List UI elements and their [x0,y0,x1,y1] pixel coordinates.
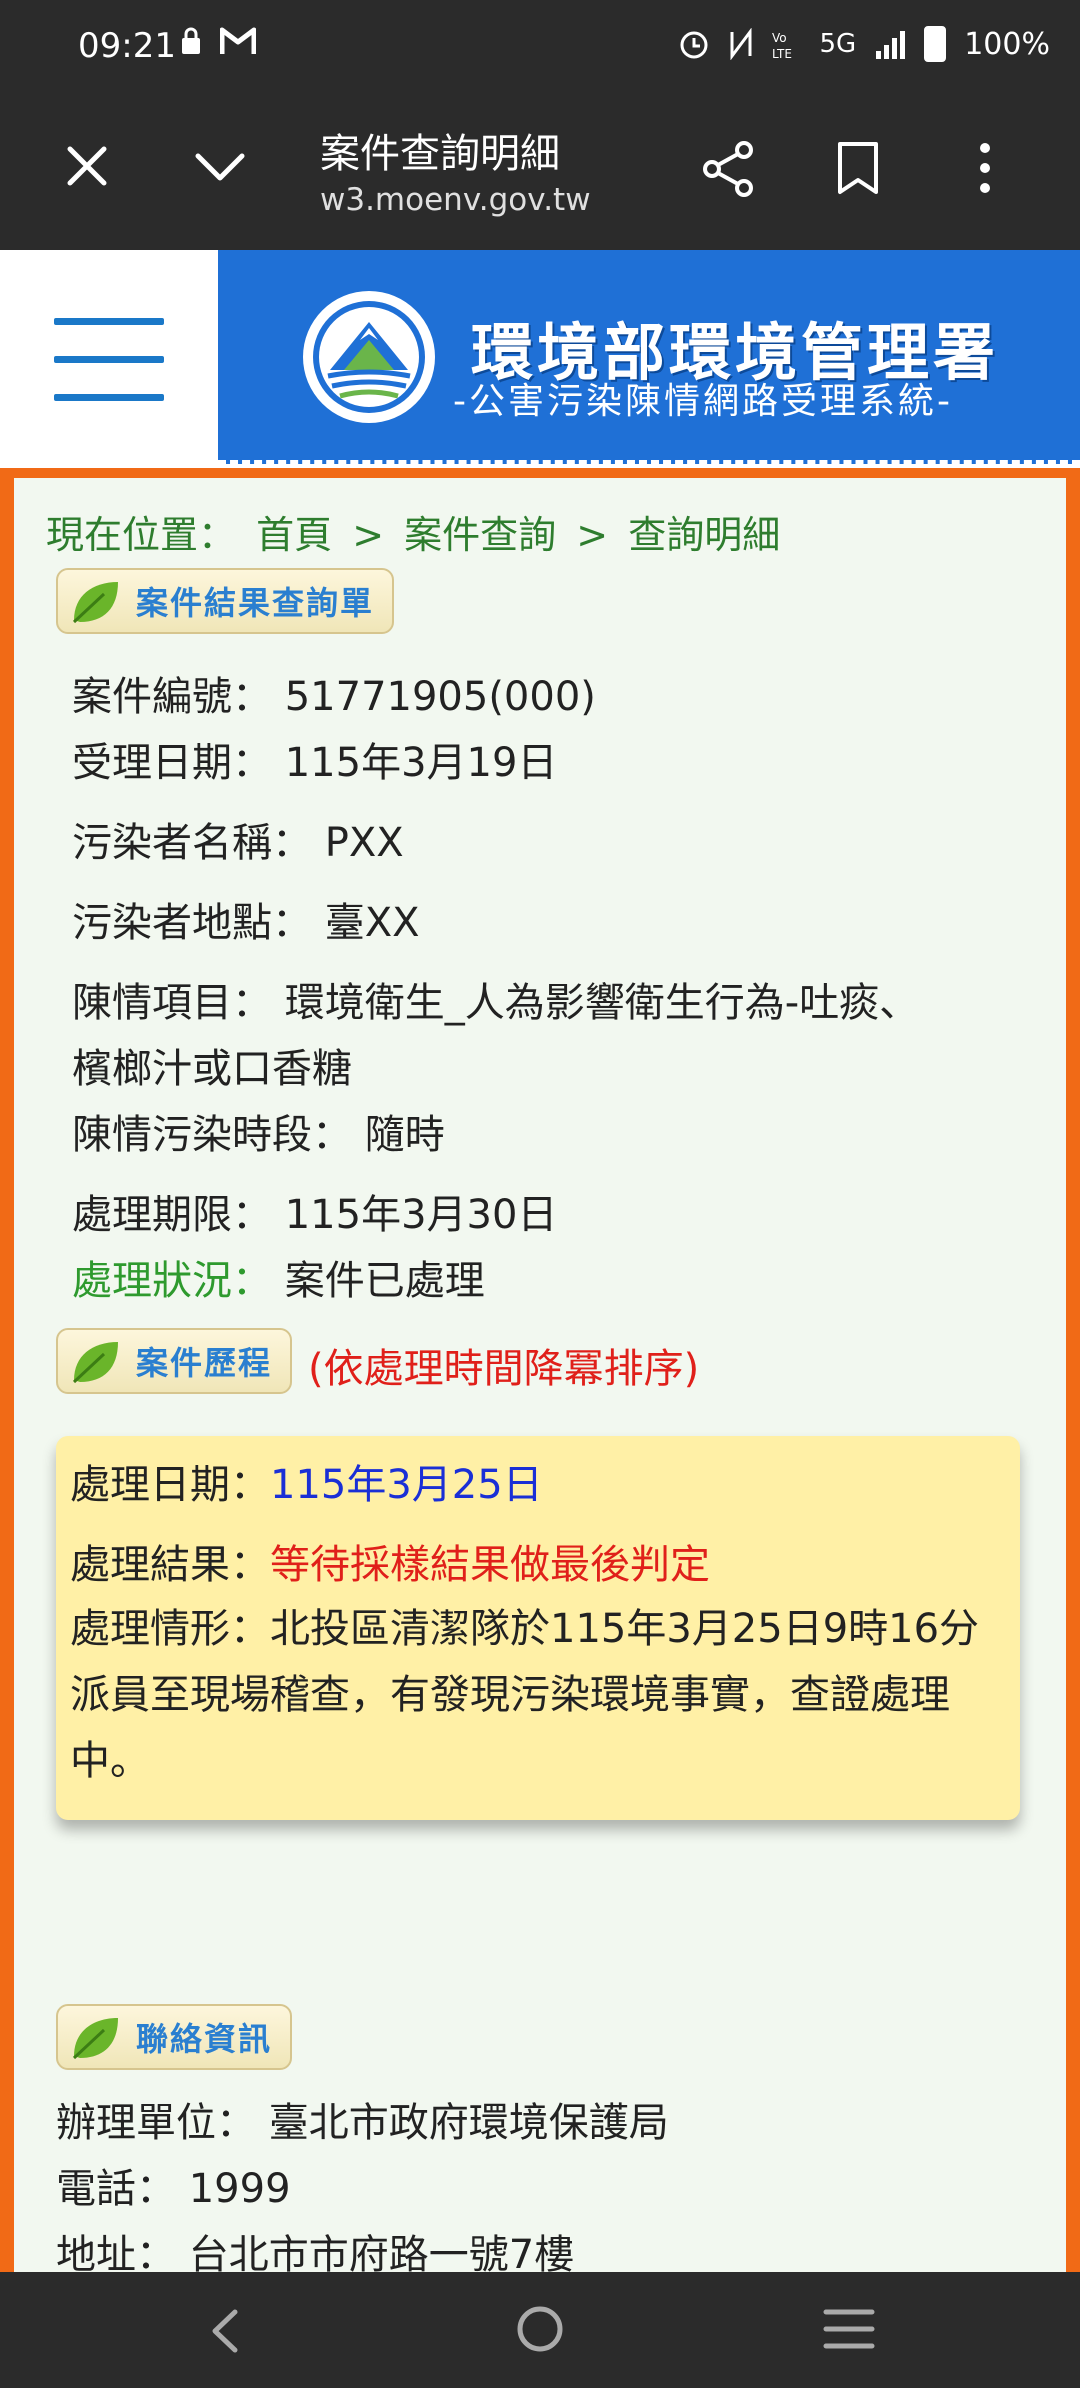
svg-text:Vo: Vo [772,31,787,45]
polluter-location-value: 臺XX [324,900,420,946]
status-label: 處理狀況： [72,1258,272,1304]
share-icon[interactable] [700,140,756,198]
battery-level: 100% [964,26,1050,62]
leaf-icon [72,2018,118,2060]
signal-icon [876,31,906,59]
leaf-icon [72,582,118,624]
status-right-icons: Vo LTE 5G 100% [678,26,1050,62]
history-date-label: 處理日期： [70,1462,270,1508]
polluter-name-label: 污染者名稱： [72,820,312,866]
back-icon[interactable] [205,2306,245,2356]
breadcrumb-home[interactable]: 首頁 [256,513,332,557]
pollution-period-label: 陳情污染時段： [72,1112,352,1158]
home-icon[interactable] [515,2304,565,2354]
deadline-row: 處理期限： 115年3月30日 [72,1182,557,1240]
deadline-label: 處理期限： [72,1192,272,1238]
breadcrumb: 現在位置： 首頁 > 案件查詢 > 查詢明細 [46,504,788,559]
breadcrumb-separator: > [352,513,385,557]
gmail-icon [220,27,256,54]
contact-unit-row: 辦理單位： 臺北市政府環境保護局 [56,2090,669,2148]
deadline-value: 115年3月30日 [284,1192,558,1238]
alarm-icon [680,31,708,59]
leaf-icon [72,1342,118,1384]
browser-toolbar: 案件查詢明細 w3.moenv.gov.tw [0,96,1080,252]
complaint-item-row: 陳情項目： 環境衛生_人為影響衛生行為-吐痰、 [72,970,919,1028]
network-type: 5G [819,29,857,59]
section-contact: 聯絡資訊 [56,2004,293,2070]
breadcrumb-case-query[interactable]: 案件查詢 [404,513,556,557]
history-date-value: 115年3月25日 [270,1462,543,1508]
breadcrumb-query-detail: 查詢明細 [628,513,781,557]
polluter-location-label: 污染者地點： [72,900,312,946]
status-left-icons [180,26,256,56]
history-result-row: 處理結果：等待採樣結果做最後判定 [70,1532,710,1590]
battery-icon [924,26,947,62]
complaint-item-continued: 檳榔汁或口香糖 [72,1046,352,1092]
section-case-result: 案件結果查詢單 [56,568,395,634]
history-date-row: 處理日期：115年3月25日 [70,1452,543,1510]
more-vert-icon[interactable] [975,140,995,196]
section-case-history: 案件歷程 [56,1328,293,1394]
history-detail: 處理情形：北投區清潔隊於115年3月25日9時16分派員至現場稽查，有發現污染環… [70,1606,980,1784]
history-entry: 處理日期：115年3月25日 處理結果：等待採樣結果做最後判定 處理情形：北投區… [56,1436,1020,1820]
section-case-history-label: 案件歷程 [136,1344,273,1382]
status-time: 09:21 [78,26,176,66]
section-contact-label: 聯絡資訊 [136,2020,273,2058]
polluter-name-row: 污染者名稱： PXX [72,810,404,868]
contact-phone-value[interactable]: 1999 [189,2166,291,2212]
page-title[interactable]: 案件查詢明細 [320,121,560,179]
contact-unit-label: 辦理單位： [56,2100,256,2146]
status-bar: 09:21 Vo LTE 5G 100% [0,0,1080,96]
case-number-row: 案件編號： 51771905(000) [72,664,596,722]
site-banner[interactable]: 環境部環境管理署 -公害污染陳情網路受理系統- [218,250,1080,464]
svg-text:LTE: LTE [772,47,792,60]
page-url[interactable]: w3.moenv.gov.tw [320,182,591,218]
lock-icon [182,27,200,54]
status-value: 案件已處理 [284,1258,485,1304]
contact-unit-value: 臺北市政府環境保護局 [268,2100,669,2146]
accept-date-value: 115年3月19日 [284,740,558,786]
complaint-item-label: 陳情項目： [72,980,272,1026]
polluter-name-value: PXX [324,820,404,866]
bookmark-icon[interactable] [836,140,880,196]
history-result-value: 等待採樣結果做最後判定 [270,1542,710,1588]
contact-phone-label: 電話： [56,2166,176,2212]
case-number-value: 51771905(000) [284,674,596,720]
polluter-location-row: 污染者地點： 臺XX [72,890,420,948]
pollution-period-value: 隨時 [364,1112,445,1158]
breadcrumb-separator: > [576,513,609,557]
menu-icon[interactable] [54,318,164,408]
history-sort-note: (依處理時間降冪排序) [308,1346,700,1392]
accept-date-row: 受理日期： 115年3月19日 [72,730,557,788]
volte-icon: Vo LTE [772,31,792,60]
nfc-icon [730,28,752,60]
complaint-item-value: 環境衛生_人為影響衛生行為-吐痰、 [284,980,920,1026]
status-row: 處理狀況： 案件已處理 [72,1248,485,1306]
breadcrumb-label: 現在位置： [46,513,237,557]
site-subtitle: -公害污染陳情網路受理系統- [453,381,953,422]
pollution-period-row: 陳情污染時段： 隨時 [72,1102,445,1160]
moenv-logo-icon [303,291,435,423]
content-frame: 現在位置： 首頁 > 案件查詢 > 查詢明細 案件結果查詢單 案件編號： 517… [0,468,1080,2278]
contact-phone-row: 電話： 1999 [56,2156,291,2214]
chevron-down-icon[interactable] [192,148,248,188]
recents-icon[interactable] [822,2306,876,2352]
accept-date-label: 受理日期： [72,740,272,786]
close-icon[interactable] [62,141,112,191]
system-navigation-bar [0,2272,1080,2388]
case-number-label: 案件編號： [72,674,272,720]
history-result-label: 處理結果： [70,1542,270,1588]
section-case-result-label: 案件結果查詢單 [136,584,375,622]
